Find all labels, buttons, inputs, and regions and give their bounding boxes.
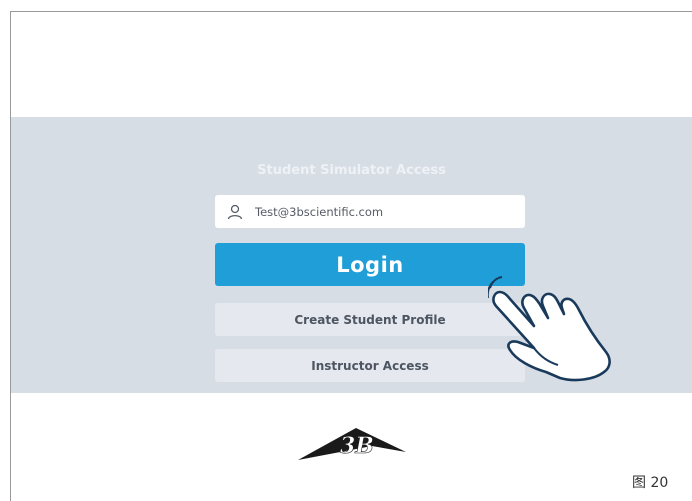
instructor-access-button[interactable]: Instructor Access <box>215 349 525 382</box>
logo-text: 3B <box>340 433 374 459</box>
3b-scientific-logo: 3B <box>298 426 410 466</box>
email-field[interactable] <box>215 195 525 228</box>
login-button[interactable]: Login <box>215 243 525 286</box>
figure-label: 图 20 <box>632 475 669 491</box>
create-student-profile-button[interactable]: Create Student Profile <box>215 303 525 336</box>
panel-title: Student Simulator Access <box>257 163 446 178</box>
pointing-hand-icon <box>486 268 618 387</box>
email-input[interactable] <box>255 204 515 219</box>
user-icon <box>215 195 255 228</box>
